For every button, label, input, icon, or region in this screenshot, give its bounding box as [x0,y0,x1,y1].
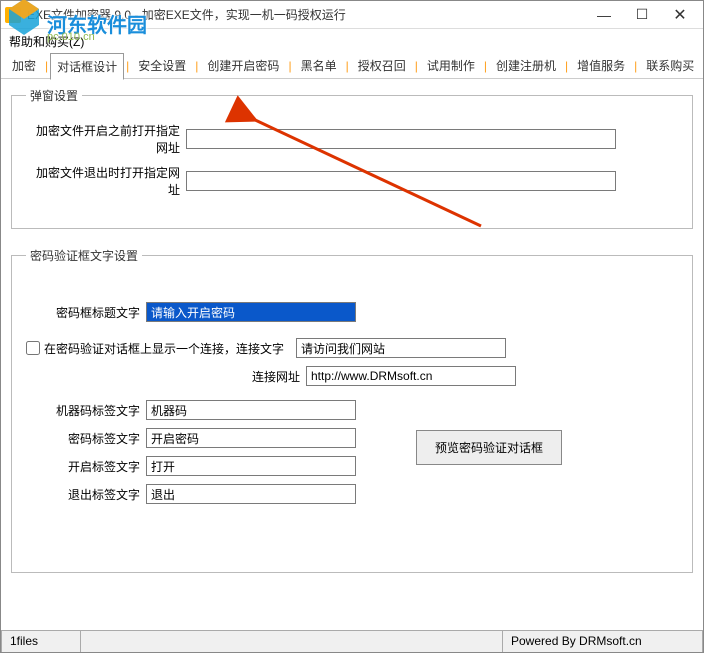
input-url-exit[interactable] [186,171,616,191]
menu-help[interactable]: 帮助和购买(Z) [9,33,84,50]
label-show-link: 在密码验证对话框上显示一个连接，连接文字 [44,340,290,357]
tab-revoke[interactable]: 授权召回 [351,52,413,79]
content-area: 弹窗设置 加密文件开启之前打开指定网址 加密文件退出时打开指定网址 密码验证框文… [1,79,703,599]
input-open-label[interactable] [146,456,356,476]
label-url-exit: 加密文件退出时打开指定网址 [26,164,186,198]
tab-trial[interactable]: 试用制作 [420,52,482,79]
input-title-text[interactable] [146,302,356,322]
tab-register[interactable]: 创建注册机 [489,52,563,79]
preview-button[interactable]: 预览密码验证对话框 [416,430,562,465]
label-machine-code: 机器码标签文字 [26,402,146,419]
label-link-url: 连接网址 [26,368,306,385]
label-url-before: 加密文件开启之前打开指定网址 [26,122,186,156]
password-dialog-legend: 密码验证框文字设置 [26,247,142,264]
close-button[interactable]: ✕ [661,2,699,28]
tab-encrypt[interactable]: 加密 [5,52,43,79]
popup-settings-group: 弹窗设置 加密文件开启之前打开指定网址 加密文件退出时打开指定网址 [11,87,693,229]
tab-contact[interactable]: 联系购买 [639,52,701,79]
tab-create-password[interactable]: 创建开启密码 [200,52,286,79]
statusbar: 1files Powered By DRMsoft.cn [1,630,703,652]
menubar: 帮助和购买(Z) [1,29,703,53]
password-dialog-group: 密码验证框文字设置 密码框标题文字 在密码验证对话框上显示一个连接，连接文字 连… [11,247,693,573]
label-open: 开启标签文字 [26,458,146,475]
label-title-text: 密码框标题文字 [26,304,146,321]
tab-dialog-design[interactable]: 对话框设计 [50,53,124,80]
input-password-label[interactable] [146,428,356,448]
maximize-button[interactable]: ☐ [623,2,661,28]
input-exit-label[interactable] [146,484,356,504]
input-link-url[interactable] [306,366,516,386]
popup-settings-legend: 弹窗设置 [26,87,82,104]
tab-services[interactable]: 增值服务 [570,52,632,79]
status-powered: Powered By DRMsoft.cn [503,631,703,652]
tab-security[interactable]: 安全设置 [131,52,193,79]
checkbox-show-link[interactable] [26,341,40,355]
label-password: 密码标签文字 [26,430,146,447]
tab-blacklist[interactable]: 黑名单 [294,52,344,79]
input-link-text[interactable] [296,338,506,358]
window-title: EXE文件加密器 9.0 - 加密EXE文件，实现一机一码授权运行 [27,6,585,23]
window-controls: — ☐ ✕ [585,2,699,28]
tabbar: 加密| 对话框设计| 安全设置| 创建开启密码| 黑名单| 授权召回| 试用制作… [1,53,703,79]
input-machine-code[interactable] [146,400,356,420]
label-exit: 退出标签文字 [26,486,146,503]
app-icon [5,7,21,23]
input-url-before[interactable] [186,129,616,149]
status-files: 1files [1,631,81,652]
titlebar: EXE文件加密器 9.0 - 加密EXE文件，实现一机一码授权运行 — ☐ ✕ [1,1,703,29]
minimize-button[interactable]: — [585,2,623,28]
